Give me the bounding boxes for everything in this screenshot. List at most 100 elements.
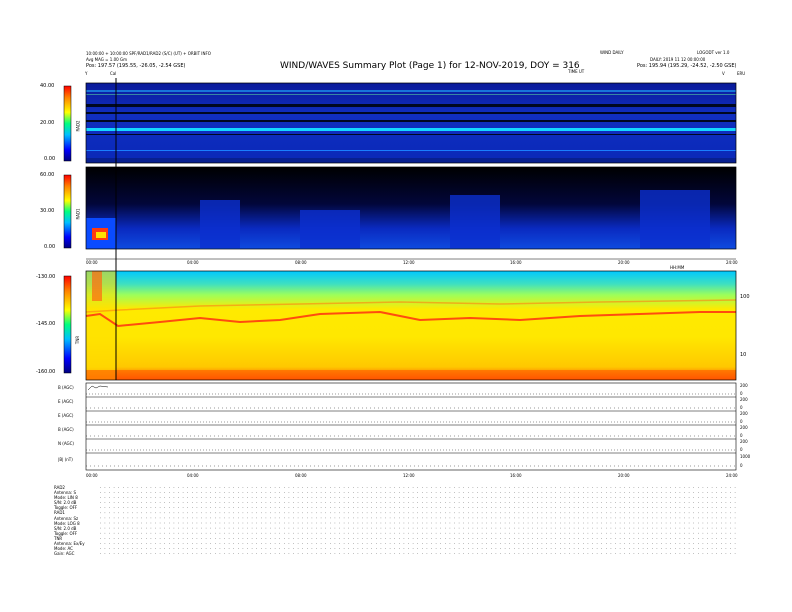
settings-dot (325, 487, 326, 488)
settings-dot (486, 548, 487, 549)
settings-dot (711, 497, 713, 498)
settings-dot (730, 507, 731, 508)
settings-dot (228, 527, 230, 529)
settings-dot (481, 517, 483, 519)
settings-dot (408, 497, 409, 498)
settings-dot (136, 512, 138, 514)
settings-dot (380, 502, 382, 503)
settings-dot (274, 543, 276, 544)
settings-dot (606, 527, 607, 529)
settings-dot (537, 538, 538, 539)
settings-dot (380, 487, 382, 488)
settings-dot (242, 512, 244, 514)
settings-dot (104, 548, 106, 549)
settings-dot (192, 548, 193, 549)
settings-dot (343, 532, 345, 534)
settings-dot (201, 517, 202, 519)
settings-dot (187, 512, 188, 514)
settings-dot (518, 527, 520, 529)
settings-dot (693, 492, 694, 493)
settings-dot (233, 507, 234, 508)
settings-dot (721, 543, 722, 544)
settings-dot (527, 538, 529, 539)
settings-dot (541, 492, 543, 493)
settings-dot (371, 522, 372, 524)
settings-dot (316, 487, 317, 488)
settings-dot (560, 502, 561, 503)
settings-dot (334, 543, 336, 544)
settings-dot (527, 553, 529, 554)
settings-dot (293, 543, 294, 544)
settings-dot (187, 517, 188, 519)
settings-dot (578, 507, 579, 508)
settings-dot (491, 532, 492, 534)
settings-dot (592, 487, 593, 488)
settings-dot (541, 497, 543, 498)
settings-dot (449, 487, 451, 488)
settings-dot (716, 548, 717, 549)
settings-dot (472, 548, 474, 549)
settings-dot (454, 512, 455, 514)
settings-dot (366, 538, 368, 539)
settings-dot (123, 487, 124, 488)
settings-dot (532, 522, 533, 524)
settings-dot (205, 532, 207, 534)
settings-dot (247, 487, 248, 488)
settings-dot (353, 507, 354, 508)
settings-dot (417, 487, 418, 488)
settings-dot (339, 538, 340, 539)
settings-dot (532, 532, 533, 534)
settings-dot (734, 512, 736, 514)
settings-dot (417, 522, 418, 524)
settings-dot (481, 522, 483, 524)
settings-dot (109, 522, 110, 524)
settings-dot (219, 497, 221, 498)
settings-dot (569, 538, 570, 539)
settings-dot (426, 492, 428, 493)
settings-dot (242, 517, 244, 519)
settings-dot (320, 502, 322, 503)
settings-dot (734, 497, 736, 498)
settings-dot (486, 502, 487, 503)
settings-dot (196, 497, 198, 498)
settings-dot (615, 553, 616, 554)
settings-dot (316, 492, 317, 493)
settings-dot (445, 527, 446, 529)
settings-dot (169, 487, 170, 488)
settings-dot (698, 527, 699, 529)
settings-dot (495, 502, 497, 503)
settings-dot (481, 512, 483, 514)
settings-dot-grid (100, 487, 736, 554)
settings-dot (279, 497, 280, 498)
settings-dot (564, 517, 566, 519)
settings-dot (541, 517, 543, 519)
settings-dot (320, 543, 322, 544)
settings-dot (661, 522, 662, 524)
settings-dot (619, 527, 621, 529)
settings-dot (159, 553, 161, 554)
settings-dot (527, 492, 529, 493)
settings-dot (380, 538, 382, 539)
settings-dot (504, 517, 506, 519)
settings-dot (192, 532, 193, 534)
settings-dot (652, 543, 653, 544)
settings-dot (316, 497, 317, 498)
settings-dot (389, 553, 391, 554)
settings-dot (380, 532, 382, 534)
settings-dot (238, 553, 239, 554)
settings-dot (100, 527, 101, 529)
settings-dot (716, 527, 717, 529)
settings-dot (293, 522, 294, 524)
settings-dot (688, 497, 690, 498)
settings-dot (638, 517, 639, 519)
settings-dot (380, 548, 382, 549)
settings-dot (629, 492, 630, 493)
settings-dot (527, 527, 529, 529)
settings-dot (316, 538, 317, 539)
settings-dot (734, 492, 736, 493)
settings-dot (155, 507, 156, 508)
settings-dot (247, 553, 248, 554)
settings-dot (196, 507, 198, 508)
settings-dot (463, 548, 464, 549)
settings-dot (679, 538, 681, 539)
